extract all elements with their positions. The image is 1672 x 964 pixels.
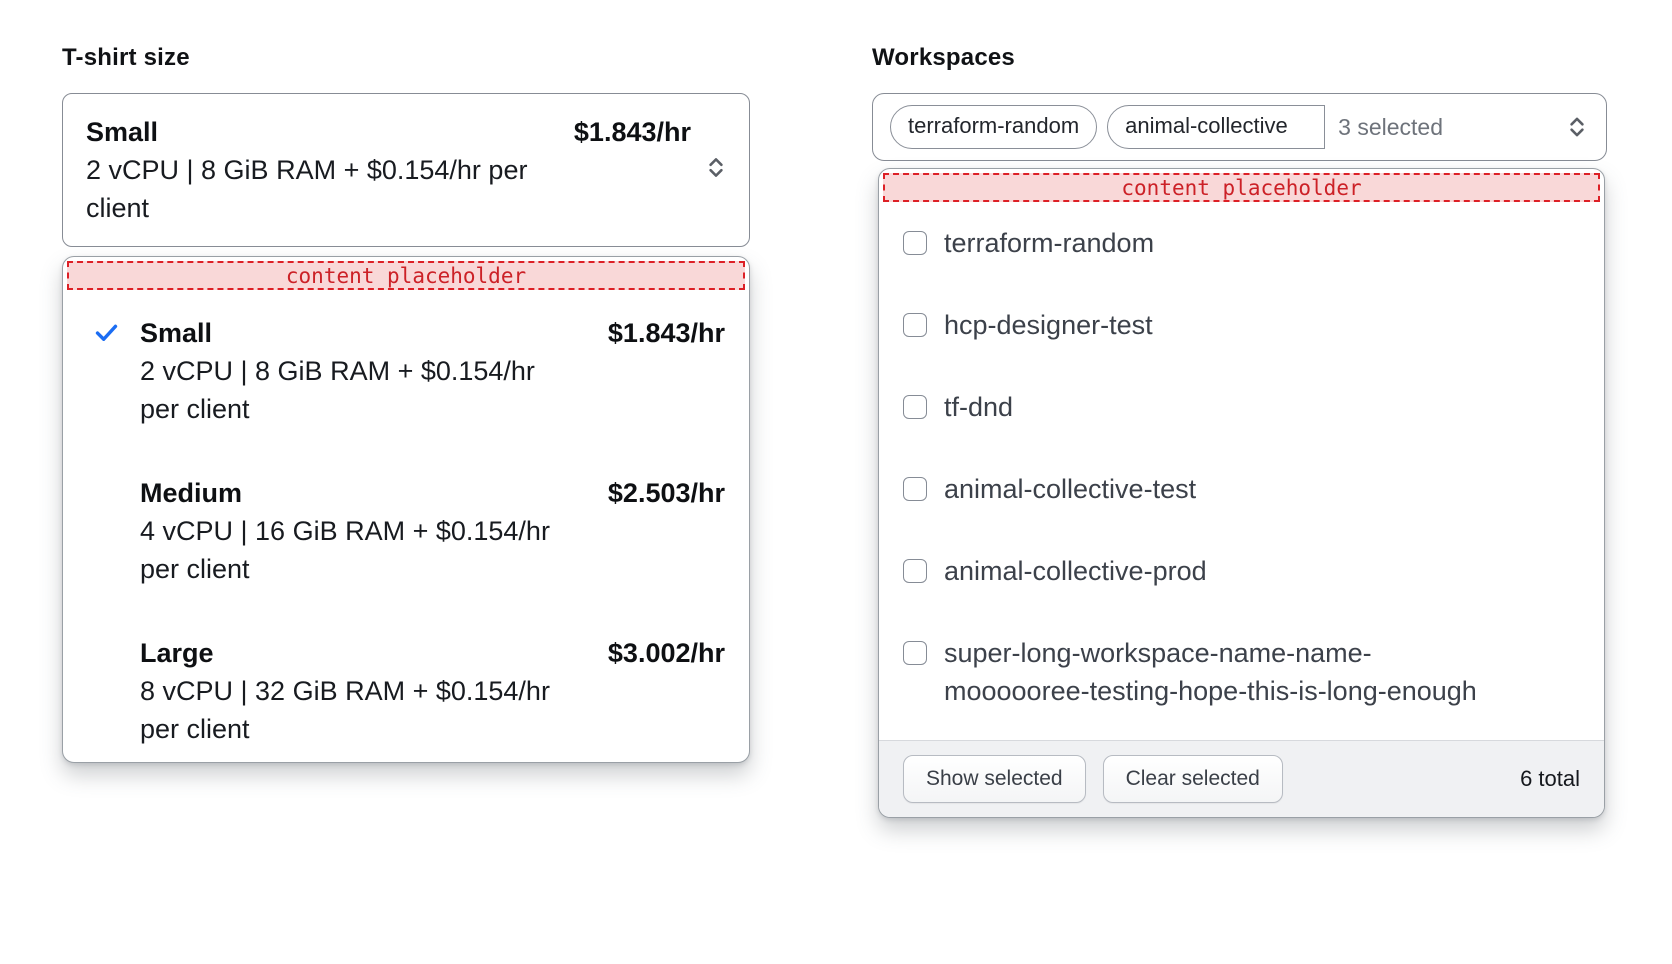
workspaces-panel-footer: Show selected Clear selected 6 total xyxy=(879,740,1604,817)
tag-animal-collective[interactable]: animal-collective xyxy=(1107,105,1325,149)
selected-count: 3 selected xyxy=(1338,114,1443,141)
workspaces-dropdown-panel: content placeholder terraform-random hcp… xyxy=(878,168,1605,818)
option-name: Medium xyxy=(140,474,242,512)
selected-option-price: $1.843/hr xyxy=(574,113,691,151)
workspace-name: animal-collective-prod xyxy=(944,552,1207,590)
workspace-name: hcp-designer-test xyxy=(944,306,1153,344)
option-medium[interactable]: Medium $2.503/hr 4 vCPU | 16 GiB RAM + $… xyxy=(93,474,725,588)
tshirt-size-label: T-shirt size xyxy=(62,44,750,72)
option-price: $1.843/hr xyxy=(608,314,725,352)
tshirt-dropdown-panel: content placeholder Small $1.843/hr 2 vC… xyxy=(62,256,750,763)
option-desc: 2 vCPU | 8 GiB RAM + $0.154/hr per clien… xyxy=(140,352,560,428)
option-name: Large xyxy=(140,634,214,672)
check-placeholder xyxy=(93,474,120,588)
workspaces-multiselect-trigger[interactable]: terraform-random animal-collective 3 sel… xyxy=(872,93,1607,161)
workspace-name: animal-collective-test xyxy=(944,470,1196,508)
caret-sort-icon xyxy=(1564,114,1590,140)
content-placeholder-banner: content placeholder xyxy=(883,173,1600,202)
total-count: 6 total xyxy=(1520,766,1580,792)
option-small[interactable]: Small $1.843/hr 2 vCPU | 8 GiB RAM + $0.… xyxy=(93,314,725,428)
workspace-row-hcp-designer-test[interactable]: hcp-designer-test xyxy=(879,284,1604,366)
workspace-row-terraform-random[interactable]: terraform-random xyxy=(879,202,1604,284)
tshirt-select-trigger[interactable]: Small $1.843/hr 2 vCPU | 8 GiB RAM + $0.… xyxy=(62,93,750,247)
option-large[interactable]: Large $3.002/hr 8 vCPU | 32 GiB RAM + $0… xyxy=(93,634,725,748)
checkbox[interactable] xyxy=(903,231,927,255)
checkbox[interactable] xyxy=(903,641,927,665)
workspace-row-animal-collective-test[interactable]: animal-collective-test xyxy=(879,448,1604,530)
workspaces-field: Workspaces terraform-random animal-colle… xyxy=(872,44,1607,818)
checkbox[interactable] xyxy=(903,313,927,337)
content-placeholder-banner: content placeholder xyxy=(67,261,745,290)
option-desc: 4 vCPU | 16 GiB RAM + $0.154/hr per clie… xyxy=(140,512,560,588)
workspace-row-super-long-workspace[interactable]: super-long-workspace-name-name-moooooree… xyxy=(879,612,1604,732)
option-desc: 8 vCPU | 32 GiB RAM + $0.154/hr per clie… xyxy=(140,672,560,748)
option-title-row: Small $1.843/hr xyxy=(140,314,725,352)
check-placeholder xyxy=(93,634,120,748)
selected-option-desc: 2 vCPU | 8 GiB RAM + $0.154/hr per clien… xyxy=(86,151,566,227)
page: T-shirt size Small $1.843/hr 2 vCPU | 8 … xyxy=(0,0,1672,818)
workspace-row-animal-collective-prod[interactable]: animal-collective-prod xyxy=(879,530,1604,612)
check-icon xyxy=(93,314,120,428)
option-name: Small xyxy=(140,314,212,352)
option-body: Large $3.002/hr 8 vCPU | 32 GiB RAM + $0… xyxy=(140,634,725,748)
option-title-row: Medium $2.503/hr xyxy=(140,474,725,512)
option-price: $3.002/hr xyxy=(608,634,725,672)
option-body: Medium $2.503/hr 4 vCPU | 16 GiB RAM + $… xyxy=(140,474,725,588)
option-price: $2.503/hr xyxy=(608,474,725,512)
option-body: Small $1.843/hr 2 vCPU | 8 GiB RAM + $0.… xyxy=(140,314,725,428)
option-title-row: Large $3.002/hr xyxy=(140,634,725,672)
workspace-name: terraform-random xyxy=(944,224,1154,262)
selected-option-name: Small xyxy=(86,113,158,151)
tag-terraform-random[interactable]: terraform-random xyxy=(890,105,1097,149)
checkbox[interactable] xyxy=(903,395,927,419)
tshirt-options-list: Small $1.843/hr 2 vCPU | 8 GiB RAM + $0.… xyxy=(63,290,749,748)
workspaces-label: Workspaces xyxy=(872,44,1607,72)
checkbox[interactable] xyxy=(903,477,927,501)
caret-sort-icon xyxy=(703,155,729,186)
tshirt-size-field: T-shirt size Small $1.843/hr 2 vCPU | 8 … xyxy=(62,44,750,818)
show-selected-button[interactable]: Show selected xyxy=(903,755,1086,803)
workspaces-list: terraform-random hcp-designer-test tf-dn… xyxy=(879,202,1604,740)
workspace-row-tf-dnd[interactable]: tf-dnd xyxy=(879,366,1604,448)
checkbox[interactable] xyxy=(903,559,927,583)
clear-selected-button[interactable]: Clear selected xyxy=(1103,755,1283,803)
selected-option-title-row: Small $1.843/hr xyxy=(86,113,691,151)
workspace-name: tf-dnd xyxy=(944,388,1013,426)
workspace-name: super-long-workspace-name-name-moooooree… xyxy=(944,634,1509,710)
